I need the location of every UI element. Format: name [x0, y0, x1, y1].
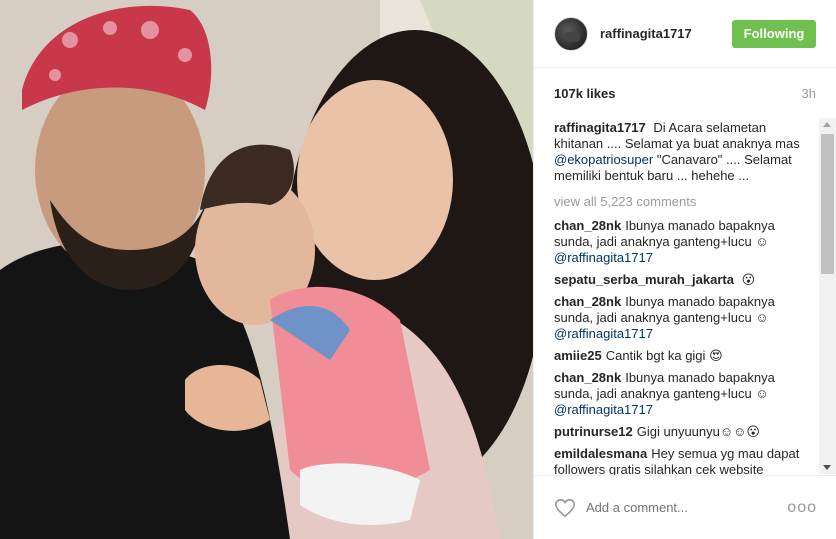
comment-text: Gigi unyuunyu [636, 424, 720, 439]
comment-username[interactable]: amiie25 [554, 348, 602, 363]
scroll-down-arrow-icon[interactable] [823, 465, 831, 470]
post-footer: ooo [534, 475, 836, 539]
comment-mention[interactable]: @raffinagita1717 [554, 250, 653, 265]
comment-mention[interactable]: @raffinagita1717 [554, 326, 653, 341]
comment-emoji: ☺ [755, 310, 769, 325]
comment-text: Cantik bgt ka gigi [605, 348, 706, 363]
comment-username[interactable]: chan_28nk [554, 370, 621, 385]
comment-emoji: ☺ [755, 234, 769, 249]
comment-item: chan_28nk Ibunya manado bapaknya sunda, j… [554, 218, 815, 266]
post-caption: raffinagita1717 Di Acara selametan khita… [554, 120, 815, 184]
comment-emoji: 😍 [709, 348, 723, 363]
comment-emoji: ☺☺😮 [719, 424, 760, 439]
comment-username[interactable]: putrinurse12 [554, 424, 633, 439]
comment-emoji: ☺ [755, 386, 769, 401]
comment-username[interactable]: emildalesmana [554, 446, 647, 461]
post-header: raffinagita1717 Following [534, 0, 836, 68]
comment-item: amiie25 Cantik bgt ka gigi 😍 [554, 348, 815, 364]
post-details-panel: raffinagita1717 Following 107k likes 3h … [533, 0, 836, 539]
comment-item: sepatu_serba_murah_jakarta 😮 [554, 272, 815, 288]
username-link[interactable]: raffinagita1717 [600, 26, 692, 41]
comment-username[interactable]: chan_28nk [554, 218, 621, 233]
avatar[interactable] [554, 16, 588, 51]
heart-icon[interactable] [554, 497, 576, 519]
post-meta: 107k likes 3h [534, 68, 836, 120]
comment-emoji: 😮 [741, 272, 756, 287]
comment-item: chan_28nk Ibunya manado bapaknya sunda, j… [554, 294, 815, 342]
caption-username[interactable]: raffinagita1717 [554, 120, 646, 135]
scrollbar-thumb[interactable] [821, 134, 834, 274]
add-comment-input[interactable] [586, 500, 776, 515]
comments-list[interactable]: raffinagita1717 Di Acara selametan khita… [534, 115, 836, 475]
comment-mention[interactable]: @raffinagita1717 [554, 402, 653, 417]
scroll-up-arrow-icon[interactable] [823, 122, 831, 127]
photo-illustration [0, 0, 533, 539]
comment-username[interactable]: sepatu_serba_murah_jakarta [554, 272, 734, 287]
comment-item: emildalesmana Hey semua yg mau dapat foll… [554, 446, 815, 475]
following-button[interactable]: Following [732, 19, 816, 48]
caption-mention[interactable]: @ekopatriosuper [554, 152, 653, 167]
comment-item: chan_28nk Ibunya manado bapaknya sunda, j… [554, 370, 815, 418]
post-photo[interactable] [0, 0, 533, 539]
comments-scrollbar[interactable] [819, 118, 836, 474]
comment-username[interactable]: chan_28nk [554, 294, 621, 309]
more-options-icon[interactable]: ooo [787, 499, 817, 517]
view-all-comments-link[interactable]: view all 5,223 comments [554, 194, 815, 210]
comment-item: putrinurse12 Gigi unyuunyu☺☺😮 [554, 424, 815, 440]
